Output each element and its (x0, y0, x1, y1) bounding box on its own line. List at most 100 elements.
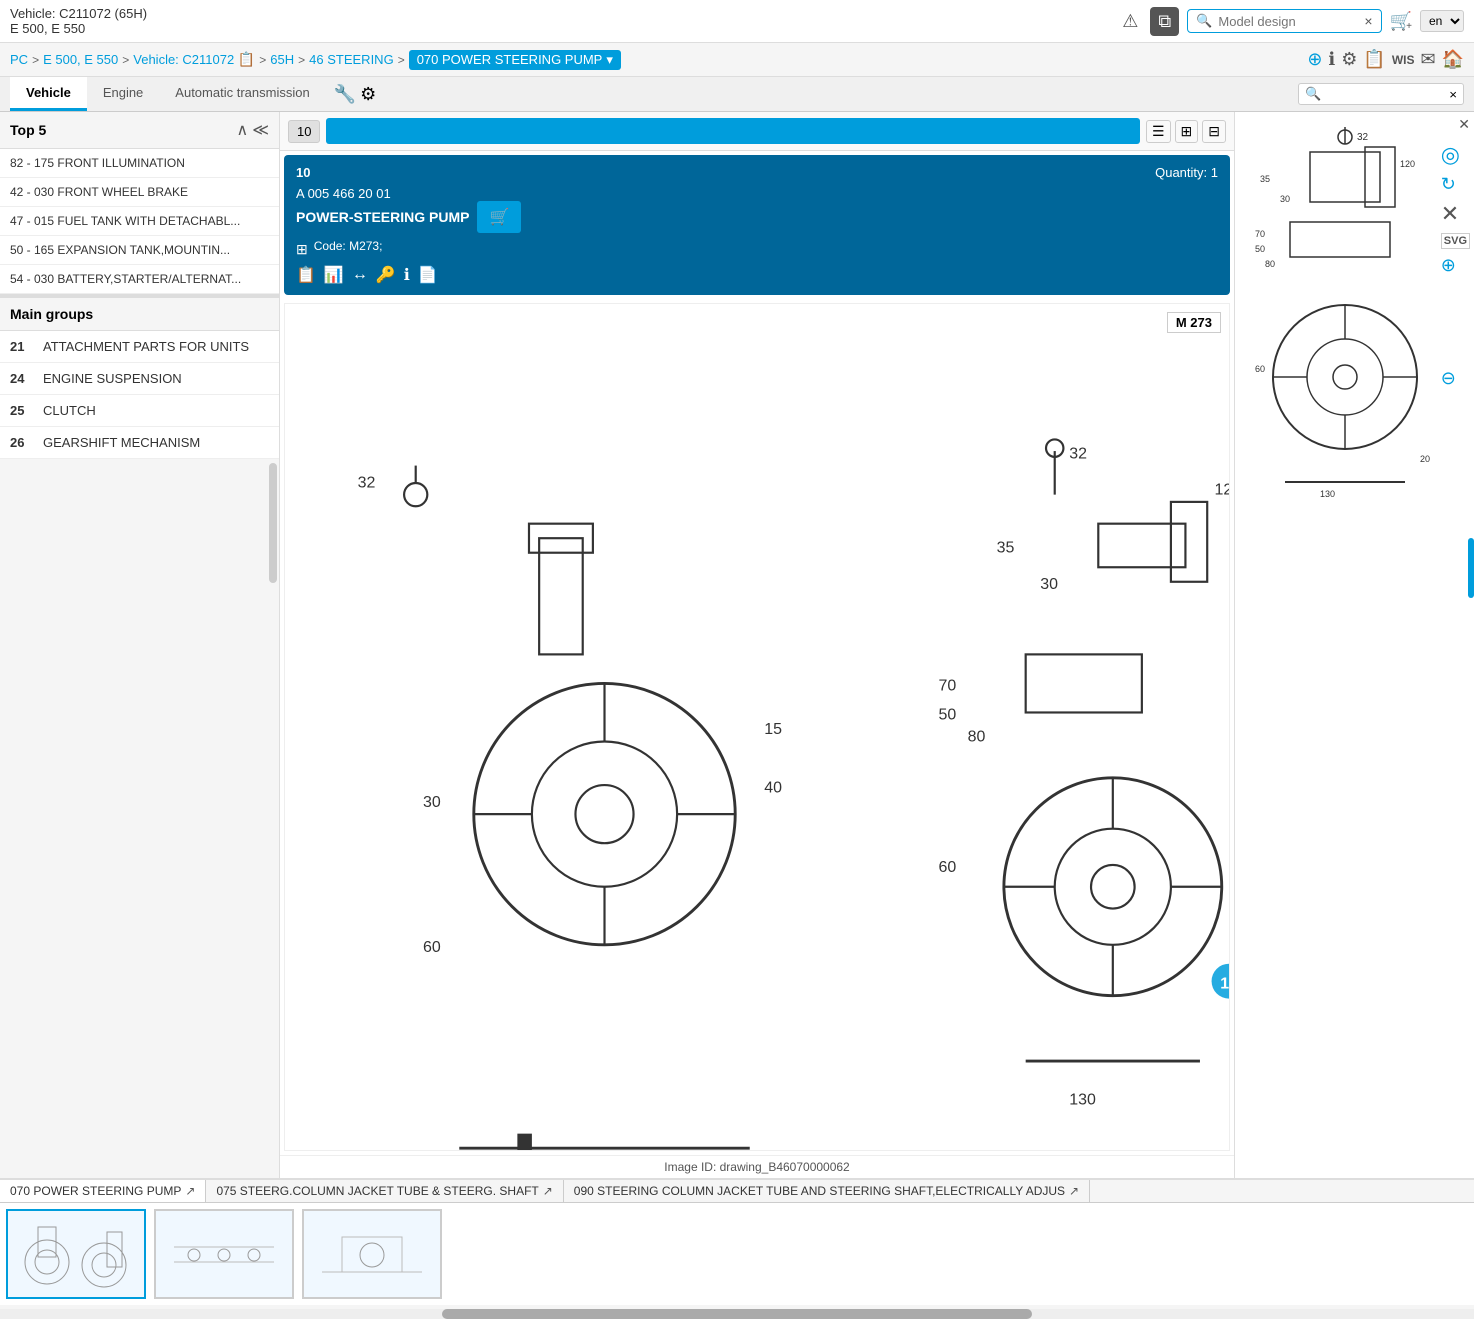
list-view-btn[interactable]: ☰ (1146, 120, 1171, 143)
bottom-tab-label-2: 090 STEERING COLUMN JACKET TUBE AND STEE… (574, 1184, 1065, 1198)
group-label-25: CLUTCH (43, 403, 96, 418)
top5-header: Top 5 ∧ ≪ (0, 112, 279, 149)
part-item-header: 10 Quantity: 1 (296, 165, 1218, 180)
thumbnail-2[interactable] (302, 1209, 442, 1299)
tab-search-close[interactable]: × (1449, 87, 1457, 102)
top5-item-4[interactable]: 54 - 030 BATTERY,STARTER/ALTERNAT... (0, 265, 279, 294)
bottom-tab-icon-2: ↗ (1069, 1184, 1079, 1198)
bottom-tab-0[interactable]: 070 POWER STEERING PUMP ↗ (0, 1180, 206, 1202)
thumb-svg-1 (164, 1217, 284, 1292)
top5-item-0[interactable]: 82 - 175 FRONT ILLUMINATION (0, 149, 279, 178)
bottom-thumbnails (0, 1203, 1474, 1305)
main-groups-title: Main groups (10, 306, 93, 322)
model-label: E 500, E 550 (10, 21, 147, 36)
tab-automatic-transmission[interactable]: Automatic transmission (159, 77, 325, 111)
header-right: ⚠ ⧉ 🔍 × 🛒+ en (1118, 7, 1464, 36)
language-select[interactable]: en (1420, 10, 1464, 32)
breadcrumb-pc[interactable]: PC (10, 52, 28, 67)
part-list-icons: ☰ ⊞ ⊟ (1146, 120, 1226, 143)
rp-zoom-out-icon[interactable]: ⊖ (1441, 368, 1470, 389)
breadcrumb-model[interactable]: E 500, E 550 (43, 52, 118, 67)
rp-svg-icon[interactable]: SVG (1441, 233, 1470, 249)
action-file-icon[interactable]: 📄 (418, 265, 438, 285)
bottom-tab-2[interactable]: 090 STEERING COLUMN JACKET TUBE AND STEE… (564, 1180, 1090, 1202)
filter-icon[interactable]: ⚙ (1341, 49, 1357, 70)
home-icon[interactable]: 🏠 (1442, 49, 1464, 70)
breadcrumb-65h[interactable]: 65H (270, 52, 294, 67)
breadcrumb-vehicle[interactable]: Vehicle: C211072 📋 (133, 51, 255, 68)
tab-vehicle[interactable]: Vehicle (10, 77, 87, 111)
zoom-icon[interactable]: ⊕ (1307, 49, 1322, 70)
collapse-btn[interactable]: ⊟ (1202, 120, 1226, 143)
warning-icon-btn[interactable]: ⚠ (1118, 7, 1142, 36)
gear-icon[interactable]: ⚙ (360, 84, 376, 105)
thumb-svg-0b (77, 1217, 132, 1292)
rp-circle-icon[interactable]: ◎ (1441, 142, 1470, 168)
svg-text:32: 32 (1357, 132, 1369, 143)
thumbnail-1[interactable] (154, 1209, 294, 1299)
rp-x-icon[interactable]: ✕ (1441, 201, 1470, 227)
part-position-num: 10 (296, 165, 310, 180)
right-panel-close-btn[interactable]: ✕ (1458, 116, 1470, 133)
svg-text:50: 50 (939, 707, 957, 724)
group-num-21: 21 (10, 339, 35, 354)
top5-item-1[interactable]: 42 - 030 FRONT WHEEL BRAKE (0, 178, 279, 207)
tab-engine[interactable]: Engine (87, 77, 159, 111)
svg-text:80: 80 (968, 729, 986, 746)
part-quantity: Quantity: 1 (1155, 165, 1218, 180)
action-chart-icon[interactable]: 📊 (324, 265, 344, 285)
top5-nav-btn[interactable]: ≪ (252, 120, 269, 140)
copy-icon-btn[interactable]: ⧉ (1150, 7, 1179, 36)
tab-search-area: 🔍 × (1298, 83, 1464, 105)
wis-icon[interactable]: WIS (1392, 53, 1415, 67)
group-item-26[interactable]: 26 GEARSHIFT MECHANISM (0, 427, 279, 459)
part-list-nav-btn[interactable]: 10 (288, 120, 320, 143)
top5-collapse-btn[interactable]: ∧ (237, 120, 249, 140)
action-key-icon[interactable]: 🔑 (376, 265, 396, 285)
thumbnail-0[interactable] (6, 1209, 146, 1299)
group-item-25[interactable]: 25 CLUTCH (0, 395, 279, 427)
add-to-cart-btn[interactable]: 🛒 (477, 201, 521, 233)
part-actions: 📋 📊 ↔ 🔑 ℹ 📄 (296, 265, 1218, 285)
grid-view-btn[interactable]: ⊞ (1175, 120, 1199, 143)
breadcrumb-steering[interactable]: 46 STEERING (309, 52, 394, 67)
action-swap-icon[interactable]: ↔ (352, 266, 368, 284)
top5-item-2[interactable]: 47 - 015 FUEL TANK WITH DETACHABL... (0, 207, 279, 236)
tab-search-icon: 🔍 (1305, 86, 1321, 102)
svg-text:32: 32 (358, 474, 376, 491)
tab-search-input[interactable] (1325, 87, 1445, 102)
breadcrumb-current-label: 070 POWER STEERING PUMP (417, 52, 603, 67)
thumb-svg-0a (20, 1217, 75, 1292)
doc-icon[interactable]: 📋 (1363, 49, 1385, 70)
breadcrumb-current[interactable]: 070 POWER STEERING PUMP ▾ (409, 50, 621, 70)
search-close-btn[interactable]: × (1364, 13, 1372, 29)
cart-btn[interactable]: 🛒+ (1390, 11, 1412, 32)
bottom-tab-1[interactable]: 075 STEERG.COLUMN JACKET TUBE & STEERG. … (206, 1180, 563, 1202)
tab-bar: Vehicle Engine Automatic transmission 🔧 … (0, 77, 1474, 112)
action-doc-icon[interactable]: 📋 (296, 265, 316, 285)
svg-text:15: 15 (764, 721, 782, 738)
info-icon[interactable]: ℹ (1328, 49, 1335, 70)
svg-text:60: 60 (423, 939, 441, 956)
action-info-icon[interactable]: ℹ (404, 265, 410, 285)
bottom-tab-icon-0: ↗ (185, 1184, 195, 1198)
right-panel-scroll-indicator (1468, 538, 1474, 598)
settings-icon[interactable]: 🔧 (334, 84, 356, 105)
group-item-24[interactable]: 24 ENGINE SUSPENSION (0, 363, 279, 395)
cart-plus-icon: + (1406, 21, 1412, 32)
svg-text:70: 70 (939, 678, 957, 695)
mail-icon[interactable]: ✉ (1420, 49, 1435, 70)
horizontal-scrollbar[interactable] (0, 1309, 1474, 1319)
svg-text:35: 35 (1260, 174, 1270, 184)
scrollbar-thumb[interactable] (442, 1309, 1032, 1319)
top5-item-3[interactable]: 50 - 165 EXPANSION TANK,MOUNTIN... (0, 236, 279, 265)
bottom-tab-label-0: 070 POWER STEERING PUMP (10, 1184, 181, 1198)
rp-reload-icon[interactable]: ↻ (1441, 174, 1470, 195)
group-item-21[interactable]: 21 ATTACHMENT PARTS FOR UNITS (0, 331, 279, 363)
part-name: POWER-STEERING PUMP (296, 209, 469, 225)
group-label-21: ATTACHMENT PARTS FOR UNITS (43, 339, 249, 354)
rp-zoom-in-icon[interactable]: ⊕ (1441, 255, 1470, 276)
model-search-input[interactable] (1218, 14, 1358, 29)
part-search-bar[interactable] (326, 118, 1140, 144)
top5-title: Top 5 (10, 122, 46, 138)
